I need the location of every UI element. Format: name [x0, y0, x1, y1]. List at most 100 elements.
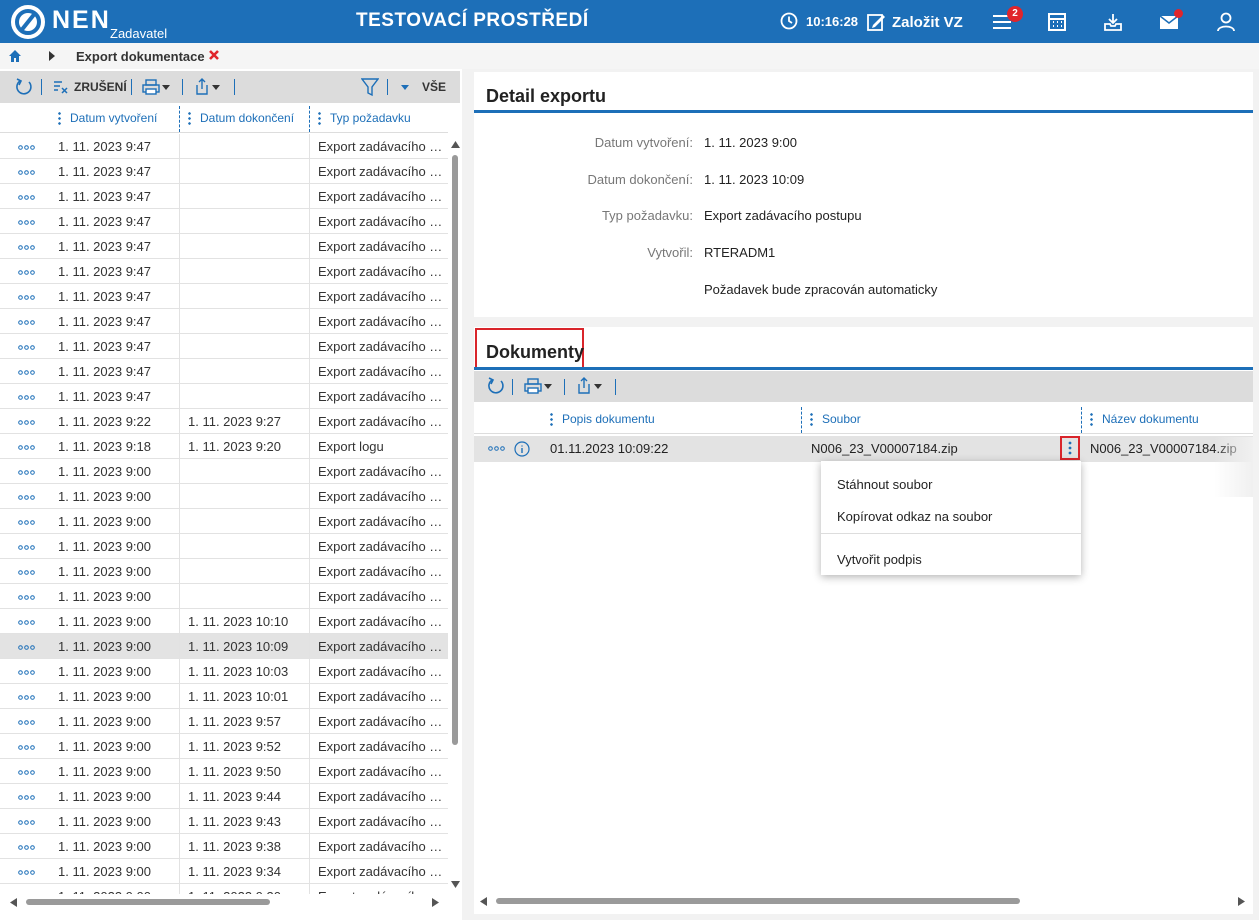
table-row[interactable]: 1. 11. 2023 9:00 Export zadávacího postup…	[0, 509, 448, 534]
table-row[interactable]: 1. 11. 2023 9:47 Export zadávacího postup…	[0, 259, 448, 284]
menu-download-file[interactable]: Stáhnout soubor	[837, 477, 932, 492]
row-actions-icon[interactable]	[18, 470, 35, 475]
filter-icon[interactable]	[361, 77, 379, 97]
column-menu-icon[interactable]	[1090, 412, 1093, 426]
table-row[interactable]: 1. 11. 2023 9:47 Export zadávacího postup…	[0, 384, 448, 409]
scroll-right-icon[interactable]	[1238, 897, 1245, 906]
row-actions-icon[interactable]	[18, 845, 35, 850]
info-icon[interactable]	[514, 441, 530, 457]
column-menu-icon[interactable]	[318, 111, 321, 125]
row-actions-icon[interactable]	[18, 170, 35, 175]
table-row[interactable]: 1. 11. 2023 9:47 Export zadávacího postup…	[0, 359, 448, 384]
export-dropdown[interactable]	[193, 77, 221, 97]
home-icon[interactable]	[8, 49, 22, 63]
table-row[interactable]: 1. 11. 2023 9:47 Export zadávacího postup…	[0, 184, 448, 209]
inbox-download-icon[interactable]	[1102, 11, 1124, 33]
documents-print-dropdown[interactable]	[523, 376, 553, 396]
column-menu-icon[interactable]	[58, 111, 61, 125]
user-icon[interactable]	[1215, 11, 1237, 33]
refresh-icon[interactable]	[486, 376, 506, 396]
column-type[interactable]: Typ požadavku	[318, 103, 411, 133]
documents-horizontal-scrollbar[interactable]	[474, 893, 1253, 909]
row-actions-icon[interactable]	[18, 320, 35, 325]
row-actions-icon[interactable]	[18, 570, 35, 575]
table-row[interactable]: 1. 11. 2023 9:00 1. 11. 2023 10:01 Export …	[0, 684, 448, 709]
row-actions-icon[interactable]	[18, 520, 35, 525]
cancel-request-button[interactable]: ZRUŠENÍ	[52, 77, 127, 97]
row-actions-icon[interactable]	[18, 595, 35, 600]
scroll-down-icon[interactable]	[451, 881, 460, 888]
list-horizontal-scrollbar[interactable]	[0, 894, 448, 910]
table-row[interactable]: 1. 11. 2023 9:00 1. 11. 2023 9:52 Export z…	[0, 734, 448, 759]
table-row[interactable]: 1. 11. 2023 9:001. 11. 2023 9:30Export z…	[0, 884, 448, 894]
row-actions-icon[interactable]	[18, 295, 35, 300]
table-row[interactable]: 1. 11. 2023 9:47 Export zadávacího postup…	[0, 134, 448, 159]
table-row[interactable]: 1. 11. 2023 9:47 Export zadávacího postup…	[0, 309, 448, 334]
table-row[interactable]: 1. 11. 2023 9:00 Export zadávacího postup…	[0, 534, 448, 559]
table-row[interactable]: 1. 11. 2023 9:00 1. 11. 2023 10:10 Export …	[0, 609, 448, 634]
row-actions-icon[interactable]	[18, 345, 35, 350]
table-row[interactable]: 1. 11. 2023 9:47 Export zadávacího postup…	[0, 284, 448, 309]
print-dropdown[interactable]	[141, 77, 171, 97]
scroll-up-icon[interactable]	[451, 141, 460, 148]
file-menu-button[interactable]	[1060, 436, 1080, 460]
table-row[interactable]: 1. 11. 2023 9:00 Export zadávacího postup…	[0, 584, 448, 609]
document-row[interactable]: 01.11.2023 10:09:22 N006_23_V00007184.zi…	[474, 436, 1253, 462]
row-actions-icon[interactable]	[18, 445, 35, 450]
row-actions-icon[interactable]	[18, 720, 35, 725]
table-row[interactable]: 1. 11. 2023 9:00 1. 11. 2023 10:03 Export …	[0, 659, 448, 684]
column-menu-icon[interactable]	[188, 111, 191, 125]
list-vertical-scroll-thumb[interactable]	[452, 155, 458, 745]
row-actions-icon[interactable]	[18, 545, 35, 550]
column-doc-description[interactable]: Popis dokumentu	[550, 404, 655, 434]
row-actions-icon[interactable]	[18, 745, 35, 750]
column-doc-file[interactable]: Soubor	[810, 404, 861, 434]
list-horizontal-scroll-thumb[interactable]	[26, 899, 270, 905]
row-actions-icon[interactable]	[18, 270, 35, 275]
column-doc-name[interactable]: Název dokumentu	[1090, 404, 1199, 434]
row-actions-icon[interactable]	[18, 195, 35, 200]
table-row[interactable]: 1. 11. 2023 9:00 1. 11. 2023 9:57 Export z…	[0, 709, 448, 734]
row-actions-icon[interactable]	[18, 145, 35, 150]
table-row[interactable]: 1. 11. 2023 9:22 1. 11. 2023 9:27 Export z…	[0, 409, 448, 434]
list-vertical-scrollbar[interactable]	[448, 135, 462, 891]
column-menu-icon[interactable]	[550, 412, 553, 426]
row-actions-icon[interactable]	[18, 695, 35, 700]
table-row[interactable]: 1. 11. 2023 9:00 Export zadávacího postup…	[0, 459, 448, 484]
create-vz-button[interactable]: Založit VZ	[866, 9, 963, 35]
table-row[interactable]: 1. 11. 2023 9:00 1. 11. 2023 9:34 Export z…	[0, 859, 448, 884]
table-row[interactable]: 1. 11. 2023 9:47 Export zadávacího postup…	[0, 334, 448, 359]
table-row[interactable]: 1. 11. 2023 9:00 1. 11. 2023 9:50 Export z…	[0, 759, 448, 784]
column-divider[interactable]	[309, 106, 310, 132]
menu-copy-file-link[interactable]: Kopírovat odkaz na soubor	[837, 509, 992, 524]
scroll-right-icon[interactable]	[432, 898, 439, 907]
calculator-icon[interactable]	[1046, 11, 1068, 33]
table-row[interactable]: 1. 11. 2023 9:18 1. 11. 2023 9:20 Export l…	[0, 434, 448, 459]
scroll-left-icon[interactable]	[10, 898, 17, 907]
row-actions-icon[interactable]	[18, 395, 35, 400]
column-divider[interactable]	[801, 407, 802, 433]
column-divider[interactable]	[1081, 407, 1082, 433]
column-divider[interactable]	[179, 106, 180, 132]
row-actions-icon[interactable]	[18, 370, 35, 375]
row-actions-icon[interactable]	[18, 645, 35, 650]
column-finished[interactable]: Datum dokončení	[188, 103, 294, 133]
documents-export-dropdown[interactable]	[575, 376, 603, 396]
refresh-icon[interactable]	[14, 77, 34, 97]
row-actions-icon[interactable]	[18, 820, 35, 825]
row-actions-icon[interactable]	[18, 420, 35, 425]
table-row[interactable]: 1. 11. 2023 9:00 1. 11. 2023 9:43 Export z…	[0, 809, 448, 834]
row-actions-icon[interactable]	[18, 245, 35, 250]
table-row[interactable]: 1. 11. 2023 9:00 Export zadávacího postup…	[0, 559, 448, 584]
filter-all-dropdown[interactable]: VŠE	[400, 77, 446, 97]
table-row[interactable]: 1. 11. 2023 9:00 1. 11. 2023 9:44 Export z…	[0, 784, 448, 809]
table-row[interactable]: 1. 11. 2023 9:47 Export zadávacího postup…	[0, 234, 448, 259]
row-actions-icon[interactable]	[18, 870, 35, 875]
documents-horizontal-scroll-thumb[interactable]	[496, 898, 1020, 904]
table-row[interactable]: 1. 11. 2023 9:47 Export zadávacího postup…	[0, 209, 448, 234]
column-menu-icon[interactable]	[810, 412, 813, 426]
row-actions-icon[interactable]	[18, 795, 35, 800]
row-actions-icon[interactable]	[18, 670, 35, 675]
row-actions-icon[interactable]	[18, 620, 35, 625]
column-created[interactable]: Datum vytvoření	[58, 103, 157, 133]
